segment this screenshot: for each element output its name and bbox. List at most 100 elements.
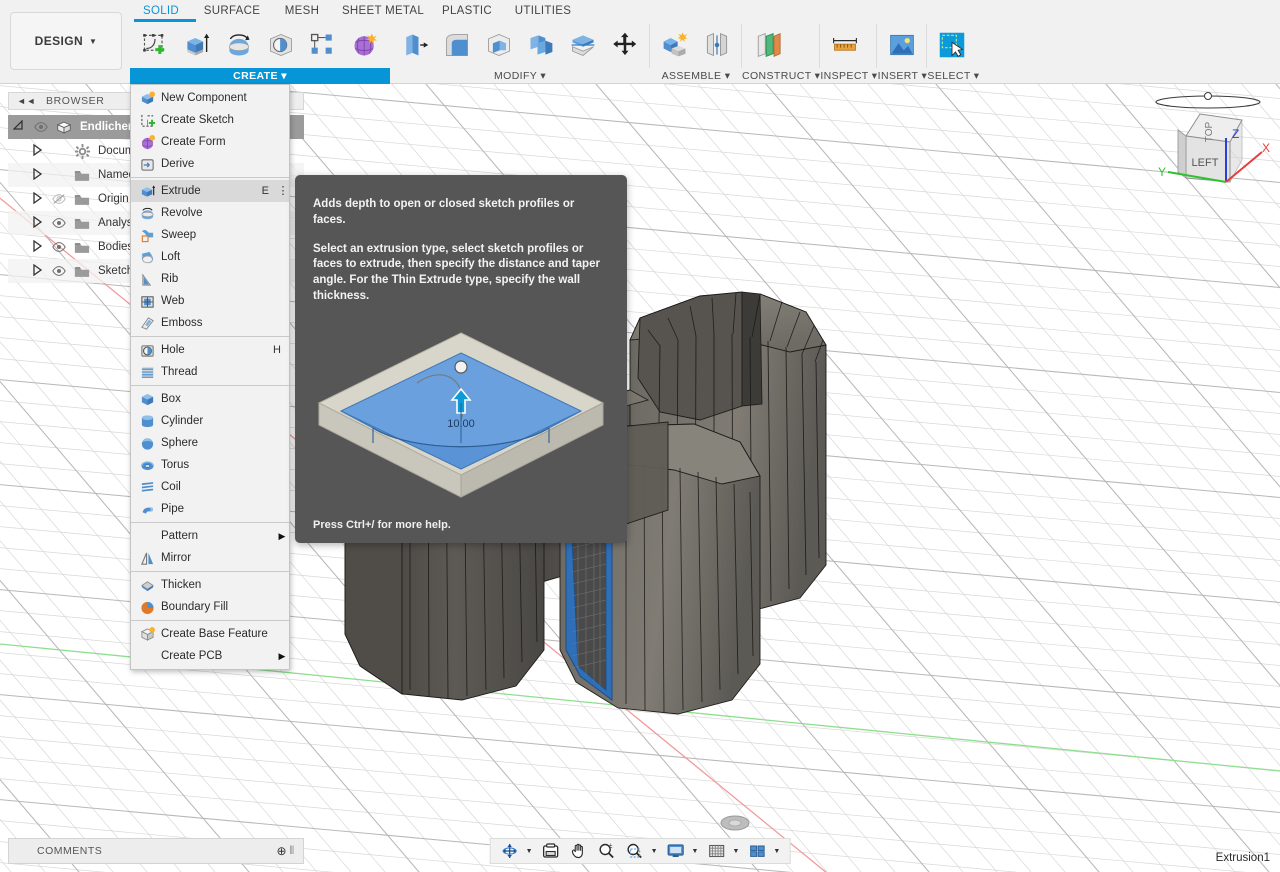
menu-item-derive[interactable]: Derive [131,153,289,175]
menu-item-rib[interactable]: Rib [131,268,289,290]
add-comment-icon[interactable]: ⊕ [276,844,287,858]
panel-label-select[interactable]: SELECT ▾ [927,68,979,84]
insert-image-icon[interactable] [881,24,923,66]
create-sketch-icon[interactable] [134,24,176,66]
move-copy-icon[interactable] [604,24,646,66]
grid-snaps-icon[interactable] [703,840,729,862]
menu-item-extrude[interactable]: ExtrudeE⋮ [131,180,289,202]
viewports-chevron-down-icon[interactable]: ▼ [772,848,783,855]
menu-item-create-form[interactable]: Create Form [131,131,289,153]
menu-item-cylinder[interactable]: Cylinder [131,410,289,432]
menu-item-web[interactable]: Web [131,290,289,312]
grid-chevron-down-icon[interactable]: ▼ [731,848,742,855]
menu-item-coil[interactable]: Coil [131,476,289,498]
menu-item-label: Create PCB [137,650,275,662]
zoom-chevron-down-icon[interactable]: ▼ [650,848,661,855]
tab-surface[interactable]: SURFACE [192,0,272,22]
pan-hand-icon[interactable] [566,840,592,862]
menu-item-box[interactable]: Box [131,388,289,410]
emboss-icon [137,315,157,331]
twisty-closed-icon[interactable] [26,216,48,230]
menu-item-emboss[interactable]: Emboss [131,312,289,334]
look-at-icon[interactable] [538,840,564,862]
tab-plastic[interactable]: PLASTIC [434,0,500,22]
joint-icon[interactable] [696,24,738,66]
menu-item-pattern[interactable]: Pattern▶ [131,525,289,547]
menu-item-new-component[interactable]: New Component [131,87,289,109]
orbit-icon[interactable] [497,840,523,862]
eye-visible-icon[interactable] [48,265,70,277]
menu-item-pipe[interactable]: Pipe [131,498,289,520]
twisty-closed-icon[interactable] [26,144,48,158]
twisty-closed-icon[interactable] [26,240,48,254]
panel-label-assemble[interactable]: ASSEMBLE ▾ [650,68,742,84]
menu-item-hole[interactable]: HoleH [131,339,289,361]
twisty-open-icon[interactable] [8,120,30,134]
tab-utilities[interactable]: UTILITIES [500,0,586,22]
panel-label-construct[interactable]: CONSTRUCT ▾ [742,68,820,84]
thicken-icon [137,577,157,593]
extrude-icon[interactable] [176,24,218,66]
menu-item-boundary-fill[interactable]: Boundary Fill [131,596,289,618]
revolve-icon[interactable] [218,24,260,66]
panel-modify: MODIFY ▾ [390,22,650,84]
tab-sheet-metal[interactable]: SHEET METAL [332,0,434,22]
menu-item-sphere[interactable]: Sphere [131,432,289,454]
menu-item-thicken[interactable]: Thicken [131,574,289,596]
menu-item-create-sketch[interactable]: Create Sketch [131,109,289,131]
twisty-closed-icon[interactable] [26,192,48,206]
measure-icon[interactable] [824,24,866,66]
display-chevron-down-icon[interactable]: ▼ [691,848,702,855]
combine-icon[interactable] [520,24,562,66]
cylinder-icon [137,413,157,429]
menu-item-create-base-feature[interactable]: Create Base Feature [131,623,289,645]
panel-label-create[interactable]: CREATE ▾ [130,68,390,84]
eye-hidden-icon[interactable] [48,193,70,205]
menu-item-revolve[interactable]: Revolve [131,202,289,224]
menu-item-create-pcb[interactable]: Create PCB▶ [131,645,289,667]
fillet-icon[interactable] [436,24,478,66]
menu-item-thread[interactable]: Thread [131,361,289,383]
menu-item-mirror[interactable]: Mirror [131,547,289,569]
menu-item-torus[interactable]: Torus [131,454,289,476]
menu-item-loft[interactable]: Loft [131,246,289,268]
panel-label-inspect[interactable]: INSPECT ▾ [820,68,877,84]
zoom-icon[interactable]: ± [594,840,620,862]
offset-plane-icon[interactable] [746,24,788,66]
eye-visible-icon[interactable] [30,121,52,133]
ribbon-panels: CREATE ▾MODIFY ▾ASSEMBLE ▾CONSTRUCT ▾INS… [130,22,979,84]
display-settings-icon[interactable] [663,840,689,862]
shell-icon[interactable] [478,24,520,66]
hole-icon[interactable] [260,24,302,66]
web-icon [137,293,157,309]
workspace-switcher[interactable]: DESIGN ▼ [10,12,122,70]
submenu-arrow-icon: ▶ [275,531,289,542]
browser-title: BROWSER [46,95,104,107]
derive-icon [137,156,157,172]
create-dropdown-menu[interactable]: New ComponentCreate SketchCreate FormDer… [130,84,290,670]
resize-grip-icon[interactable]: ⦀ [287,845,297,858]
create-form-icon [137,134,157,150]
eye-visible-icon[interactable] [48,217,70,229]
comments-bar[interactable]: COMMENTS ⊕ ⦀ [8,838,304,864]
orbit-chevron-down-icon[interactable]: ▼ [525,848,536,855]
view-cube[interactable]: LEFT TOP Z X Y [1134,90,1274,202]
twisty-closed-icon[interactable] [26,168,48,182]
panel-label-insert[interactable]: INSERT ▾ [877,68,927,84]
select-window-icon[interactable] [931,24,973,66]
menu-item-sweep[interactable]: Sweep [131,224,289,246]
panel-label-modify[interactable]: MODIFY ▾ [390,68,650,84]
pattern-icon[interactable] [302,24,344,66]
viewports-icon[interactable] [744,840,770,862]
menu-item-overflow-icon[interactable]: ⋮ [277,188,289,195]
zoom-window-icon[interactable] [622,840,648,862]
tab-mesh[interactable]: MESH [272,0,332,22]
collapse-left-icon[interactable]: ◄◄ [17,96,36,106]
new-component-icon[interactable] [654,24,696,66]
extrude-illustration: 10.00 [313,325,609,510]
twisty-closed-icon[interactable] [26,264,48,278]
press-pull-icon[interactable] [394,24,436,66]
split-face-icon[interactable] [562,24,604,66]
create-form-icon[interactable] [344,24,386,66]
eye-visible-icon[interactable] [48,241,70,253]
